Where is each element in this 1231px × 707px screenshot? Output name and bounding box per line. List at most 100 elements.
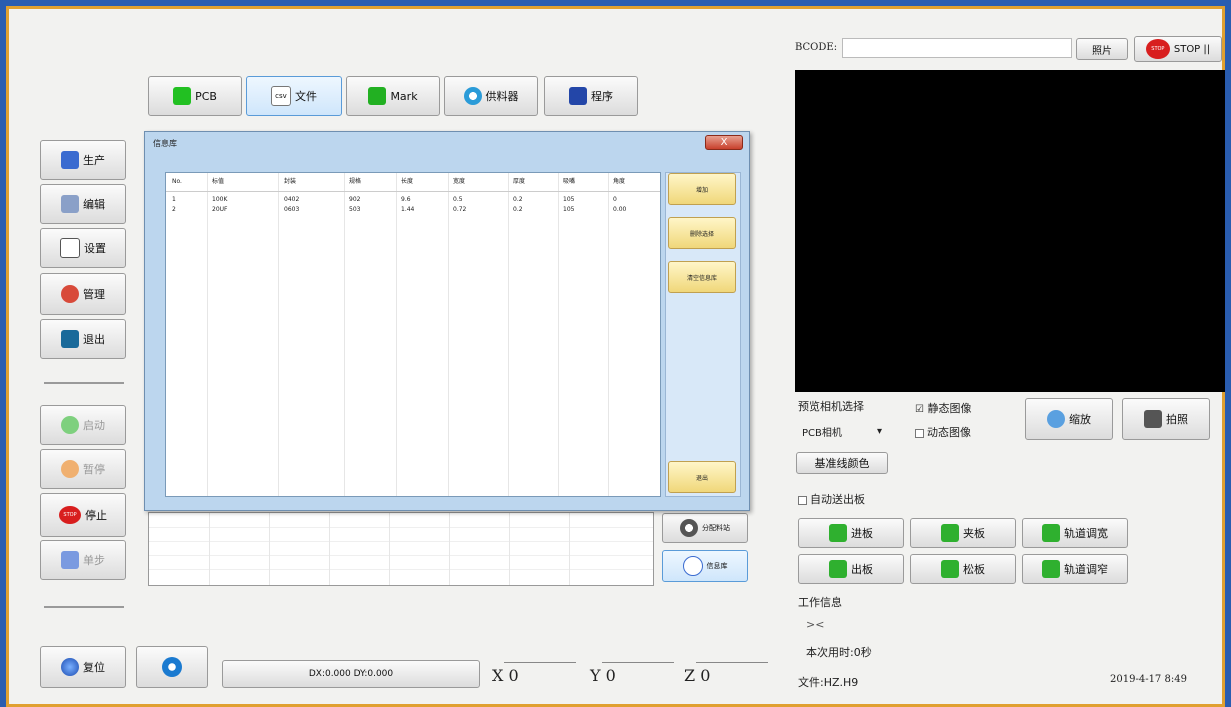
coord-y-line <box>602 662 674 663</box>
step-button[interactable]: 单步 <box>40 540 126 580</box>
tab-pcb[interactable]: PCB <box>148 76 242 116</box>
static-image-label: 静态图像 <box>927 402 972 415</box>
file-icon: csv <box>271 86 291 106</box>
widen-rail-label: 轨道调宽 <box>1064 527 1108 540</box>
checkbox-icon <box>915 428 924 438</box>
table-cell: 0402 <box>284 196 300 203</box>
start-button[interactable]: 启动 <box>40 405 126 445</box>
dynamic-image-checkbox[interactable]: 动态图像 <box>915 424 971 440</box>
clamp-icon <box>941 524 959 542</box>
narrow-icon <box>1042 560 1060 578</box>
tab-file-label: 文件 <box>295 90 317 103</box>
pause-label: 暂停 <box>83 463 105 476</box>
menu-edit[interactable]: 编辑 <box>40 184 126 224</box>
table-cell: 0.00 <box>613 206 627 213</box>
menu-exit[interactable]: 退出 <box>40 319 126 359</box>
start-label: 启动 <box>83 419 105 432</box>
step-icon <box>61 551 79 569</box>
feeder-icon <box>680 519 698 537</box>
static-image-checkbox[interactable]: ☑ 静态图像 <box>915 400 971 416</box>
load-board-button[interactable]: 进板 <box>798 518 904 548</box>
work-info-symbol: >< <box>806 618 825 631</box>
clamp-board-button[interactable]: 夹板 <box>910 518 1016 548</box>
table-header: No. 标值 封装 规格 长度 宽度 厚度 吸嘴 角度 <box>166 177 660 187</box>
capture-button[interactable]: 拍照 <box>1122 398 1210 440</box>
baseline-color-button[interactable]: 基准线颜色 <box>796 452 888 474</box>
assign-feeder-button[interactable]: 分配料站 <box>662 513 748 543</box>
unload-board-button[interactable]: 出板 <box>798 554 904 584</box>
status-field: DX:0.000 DY:0.000 <box>222 660 480 688</box>
table-row[interactable]: 2 20UF 0603 503 1.44 0.72 0.2 105 0.00 <box>166 205 660 215</box>
widen-icon <box>1042 524 1060 542</box>
tab-file[interactable]: csv 文件 <box>246 76 342 116</box>
tab-pcb-label: PCB <box>195 89 217 103</box>
pause-button[interactable]: 暂停 <box>40 449 126 489</box>
dialog-title: 信息库 <box>153 139 177 148</box>
table-cell: 0.2 <box>513 196 523 203</box>
stop-icon: STOP <box>59 506 81 524</box>
table-cell: 0.72 <box>453 206 467 213</box>
checkbox-checked-icon: ☑ <box>915 404 924 415</box>
stop-icon: STOP <box>1145 39 1170 59</box>
clamp-board-label: 夹板 <box>963 527 985 540</box>
tab-feeder[interactable]: 供料器 <box>444 76 538 116</box>
coord-z-line <box>696 662 768 663</box>
col-header: 标值 <box>212 178 225 185</box>
camera-select[interactable]: PCB相机 ▾ <box>798 422 886 440</box>
database-icon <box>682 556 703 576</box>
camera-view <box>795 70 1225 392</box>
table-cell: 1.44 <box>401 206 415 213</box>
production-icon <box>61 151 79 169</box>
delete-selected-button[interactable]: 删除选择 <box>668 217 736 249</box>
reset-button[interactable]: 复位 <box>40 646 126 688</box>
file-name: 文件:HZ.H9 <box>798 676 859 689</box>
table-cell: 105 <box>563 206 575 213</box>
coord-y: Y 0 <box>590 666 616 685</box>
col-header: No. <box>172 178 182 185</box>
narrow-rail-button[interactable]: 轨道调窄 <box>1022 554 1128 584</box>
save-icon <box>569 87 587 105</box>
locate-button[interactable] <box>136 646 208 688</box>
clear-library-button[interactable]: 清空信息库 <box>668 261 736 293</box>
table-row[interactable]: 1 100K 0402 902 9.6 0.5 0.2 105 0 <box>166 195 660 205</box>
coord-z: Z 0 <box>684 666 711 685</box>
zoom-icon <box>1047 410 1065 428</box>
menu-production[interactable]: 生产 <box>40 140 126 180</box>
user-icon <box>61 285 79 303</box>
table-cell: 100K <box>212 196 228 203</box>
table-cell: 0.2 <box>513 206 523 213</box>
tab-feeder-label: 供料器 <box>485 90 519 103</box>
coord-x: X 0 <box>492 666 519 685</box>
stop-pause-label: STOP || <box>1173 43 1211 55</box>
widen-rail-button[interactable]: 轨道调宽 <box>1022 518 1128 548</box>
menu-manage[interactable]: 管理 <box>40 273 126 315</box>
auto-unload-checkbox[interactable]: 自动送出板 <box>798 491 865 507</box>
add-button[interactable]: 增加 <box>668 173 736 205</box>
photo-button[interactable]: 照片 <box>1076 38 1128 60</box>
stop-pause-button[interactable]: STOP STOP || <box>1134 36 1222 62</box>
divider <box>44 382 124 384</box>
col-header: 规格 <box>349 178 362 185</box>
col-header: 宽度 <box>453 178 466 185</box>
bcode-input[interactable] <box>842 38 1072 58</box>
release-board-button[interactable]: 松板 <box>910 554 1016 584</box>
col-header: 角度 <box>613 178 626 185</box>
library-button[interactable]: 信息库 <box>662 550 748 582</box>
dynamic-image-label: 动态图像 <box>927 426 971 439</box>
tab-mark[interactable]: Mark <box>346 76 440 116</box>
table-cell: 9.6 <box>401 196 411 203</box>
menu-settings[interactable]: 设置 <box>40 228 126 268</box>
dialog-exit-button[interactable]: 退出 <box>668 461 736 493</box>
table-cell: 20UF <box>212 206 228 213</box>
table-cell: 2 <box>172 206 176 213</box>
feeder-table <box>148 512 654 586</box>
stop-button[interactable]: STOP 停止 <box>40 493 126 537</box>
tab-program[interactable]: 程序 <box>544 76 638 116</box>
zoom-button[interactable]: 缩放 <box>1025 398 1113 440</box>
elapsed-time: 本次用时:0秒 <box>806 646 872 659</box>
mark-icon <box>368 87 387 105</box>
dialog-close-button[interactable]: X <box>705 135 743 150</box>
menu-manage-label: 管理 <box>83 288 105 301</box>
menu-edit-label: 编辑 <box>83 198 105 211</box>
col-header: 长度 <box>401 178 414 185</box>
